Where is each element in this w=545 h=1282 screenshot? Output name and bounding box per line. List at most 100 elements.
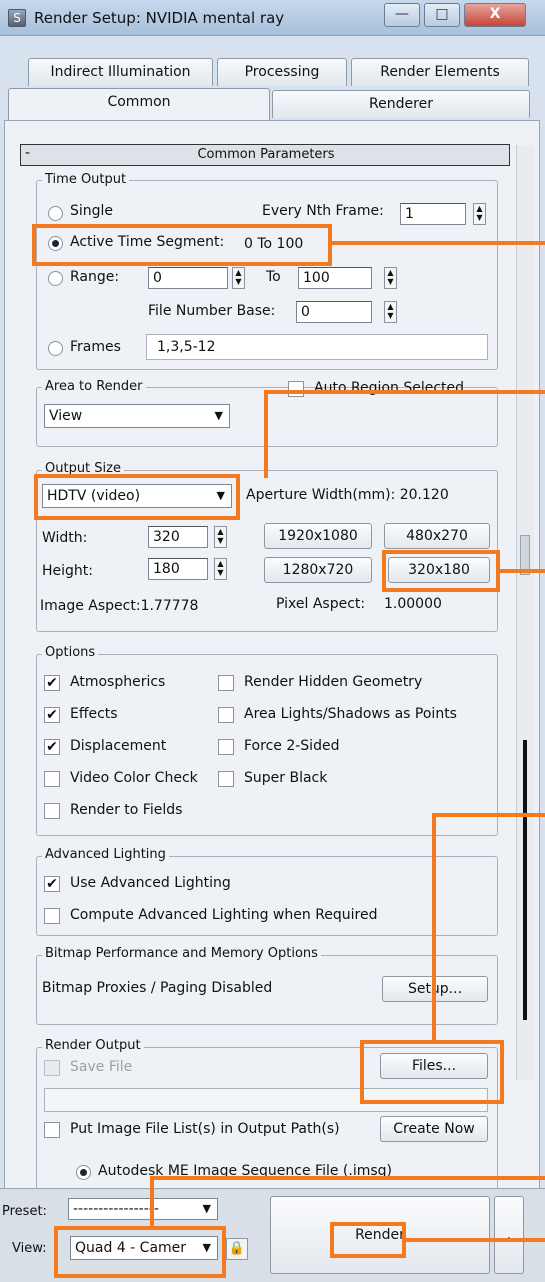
callout-line xyxy=(330,241,545,245)
area-to-render-title: Area to Render xyxy=(42,379,146,394)
callout-line xyxy=(498,569,545,573)
view-label: View: xyxy=(12,1241,47,1256)
chevron-down-icon: ▼ xyxy=(202,1202,211,1215)
minimize-button[interactable]: — xyxy=(384,3,420,27)
preset-dropdown[interactable]: ----------------- ▼ xyxy=(68,1198,218,1220)
put-image-file-list-checkbox[interactable] xyxy=(44,1122,60,1138)
effects-checkbox[interactable]: ✔ xyxy=(44,707,60,723)
width-spinner[interactable]: ▲ ▼ xyxy=(214,526,227,548)
highlight-render-button xyxy=(330,1222,406,1258)
maximize-button[interactable]: □ xyxy=(424,3,460,27)
super-black-checkbox[interactable] xyxy=(218,771,234,787)
range-radio[interactable] xyxy=(48,271,63,286)
advanced-lighting-group xyxy=(36,856,498,936)
tab-renderer[interactable]: Renderer xyxy=(272,90,530,118)
atmospherics-label: Atmospherics xyxy=(70,674,166,690)
area-lights-label: Area Lights/Shadows as Points xyxy=(244,706,457,722)
frames-radio[interactable] xyxy=(48,341,63,356)
preset-480x270-button[interactable]: 480x270 xyxy=(384,523,490,549)
super-black-label: Super Black xyxy=(244,770,328,786)
single-label: Single xyxy=(70,203,114,219)
save-file-checkbox[interactable] xyxy=(44,1060,60,1076)
video-color-check-checkbox[interactable] xyxy=(44,771,60,787)
compute-advanced-lighting-label: Compute Advanced Lighting when Required xyxy=(70,907,378,923)
title-bar: S Render Setup: NVIDIA mental ray — □ X xyxy=(0,0,545,36)
tab-common[interactable]: Common xyxy=(8,88,270,120)
width-input[interactable]: 320 xyxy=(148,526,208,548)
width-label: Width: xyxy=(42,530,88,546)
highlight-output-preset xyxy=(34,474,240,520)
window-title: Render Setup: NVIDIA mental ray xyxy=(34,9,285,27)
file-number-base-label: File Number Base: xyxy=(148,303,276,319)
frames-input[interactable]: 1,3,5-12 xyxy=(146,334,488,360)
range-to-spinner[interactable]: ▲ ▼ xyxy=(384,267,397,289)
preset-1280x720-button[interactable]: 1280x720 xyxy=(264,557,372,583)
render-to-fields-checkbox[interactable] xyxy=(44,803,60,819)
bitmap-proxies-status: Bitmap Proxies / Paging Disabled xyxy=(42,980,273,996)
render-options-button[interactable]: . xyxy=(494,1196,524,1274)
highlight-320x180 xyxy=(382,550,500,592)
create-now-button[interactable]: Create Now xyxy=(380,1116,488,1142)
force-2-sided-checkbox[interactable] xyxy=(218,739,234,755)
render-to-fields-label: Render to Fields xyxy=(70,802,183,818)
highlight-files-button xyxy=(360,1040,504,1104)
lock-icon[interactable]: 🔒 xyxy=(226,1238,248,1260)
height-label: Height: xyxy=(42,563,93,579)
range-from-spinner[interactable]: ▲ ▼ xyxy=(232,267,245,289)
callout-line xyxy=(404,1238,545,1242)
put-image-file-list-label: Put Image File List(s) in Output Path(s) xyxy=(70,1121,340,1137)
use-advanced-lighting-label: Use Advanced Lighting xyxy=(70,875,231,891)
video-color-check-label: Video Color Check xyxy=(70,770,198,786)
range-to-label: To xyxy=(266,269,281,285)
range-label: Range: xyxy=(70,269,120,285)
preset-1920x1080-button[interactable]: 1920x1080 xyxy=(264,523,372,549)
bitmap-performance-title: Bitmap Performance and Memory Options xyxy=(42,946,321,961)
atmospherics-checkbox[interactable]: ✔ xyxy=(44,675,60,691)
render-output-title: Render Output xyxy=(42,1038,144,1053)
callout-line xyxy=(150,1176,545,1180)
tab-processing[interactable]: Processing xyxy=(217,58,347,86)
every-nth-input[interactable]: 1 xyxy=(400,203,466,225)
save-file-label: Save File xyxy=(70,1059,133,1075)
image-aspect: Image Aspect:1.77778 xyxy=(40,598,199,614)
compute-advanced-lighting-checkbox[interactable] xyxy=(44,908,60,924)
render-hidden-geometry-label: Render Hidden Geometry xyxy=(244,674,423,690)
time-output-title: Time Output xyxy=(42,172,130,187)
height-input[interactable]: 180 xyxy=(148,558,208,580)
options-title: Options xyxy=(42,645,99,660)
render-hidden-geometry-checkbox[interactable] xyxy=(218,675,234,691)
tab-render-elements[interactable]: Render Elements xyxy=(351,58,529,86)
every-nth-label: Every Nth Frame: xyxy=(262,203,384,219)
range-from-input[interactable]: 0 xyxy=(148,267,228,289)
displacement-checkbox[interactable]: ✔ xyxy=(44,739,60,755)
area-lights-checkbox[interactable] xyxy=(218,707,234,723)
displacement-label: Displacement xyxy=(70,738,167,754)
callout-line xyxy=(432,813,545,817)
preset-label: Preset: xyxy=(2,1204,47,1219)
tab-indirect-illumination[interactable]: Indirect Illumination xyxy=(28,58,213,86)
range-to-input[interactable]: 100 xyxy=(298,267,372,289)
height-spinner[interactable]: ▲ ▼ xyxy=(214,558,227,580)
advanced-lighting-title: Advanced Lighting xyxy=(42,847,169,862)
callout-line xyxy=(264,390,268,478)
callout-line xyxy=(432,813,436,1043)
close-button[interactable]: X xyxy=(464,3,526,27)
area-to-render-dropdown[interactable]: View ▼ xyxy=(44,404,230,428)
file-number-base-input[interactable]: 0 xyxy=(296,301,372,323)
scrollbar-thumb[interactable] xyxy=(523,740,527,1020)
autodesk-me-radio[interactable] xyxy=(76,1165,91,1180)
single-radio[interactable] xyxy=(48,206,63,221)
area-to-render-value: View xyxy=(49,408,83,424)
aperture-width: Aperture Width(mm): 20.120 xyxy=(246,487,449,503)
file-number-base-spinner[interactable]: ▲ ▼ xyxy=(384,301,397,323)
highlight-active-time-segment xyxy=(32,224,332,266)
every-nth-spinner[interactable]: ▲ ▼ xyxy=(473,203,486,225)
pixel-aspect-value: 1.00000 xyxy=(384,596,442,612)
preset-value: ----------------- xyxy=(73,1201,159,1217)
callout-line xyxy=(150,1176,154,1228)
chevron-down-icon: ▼ xyxy=(214,409,223,422)
rollout-header[interactable]: - Common Parameters xyxy=(20,144,510,166)
auto-region-checkbox[interactable] xyxy=(288,381,304,397)
use-advanced-lighting-checkbox[interactable]: ✔ xyxy=(44,876,60,892)
force-2-sided-label: Force 2-Sided xyxy=(244,738,340,754)
